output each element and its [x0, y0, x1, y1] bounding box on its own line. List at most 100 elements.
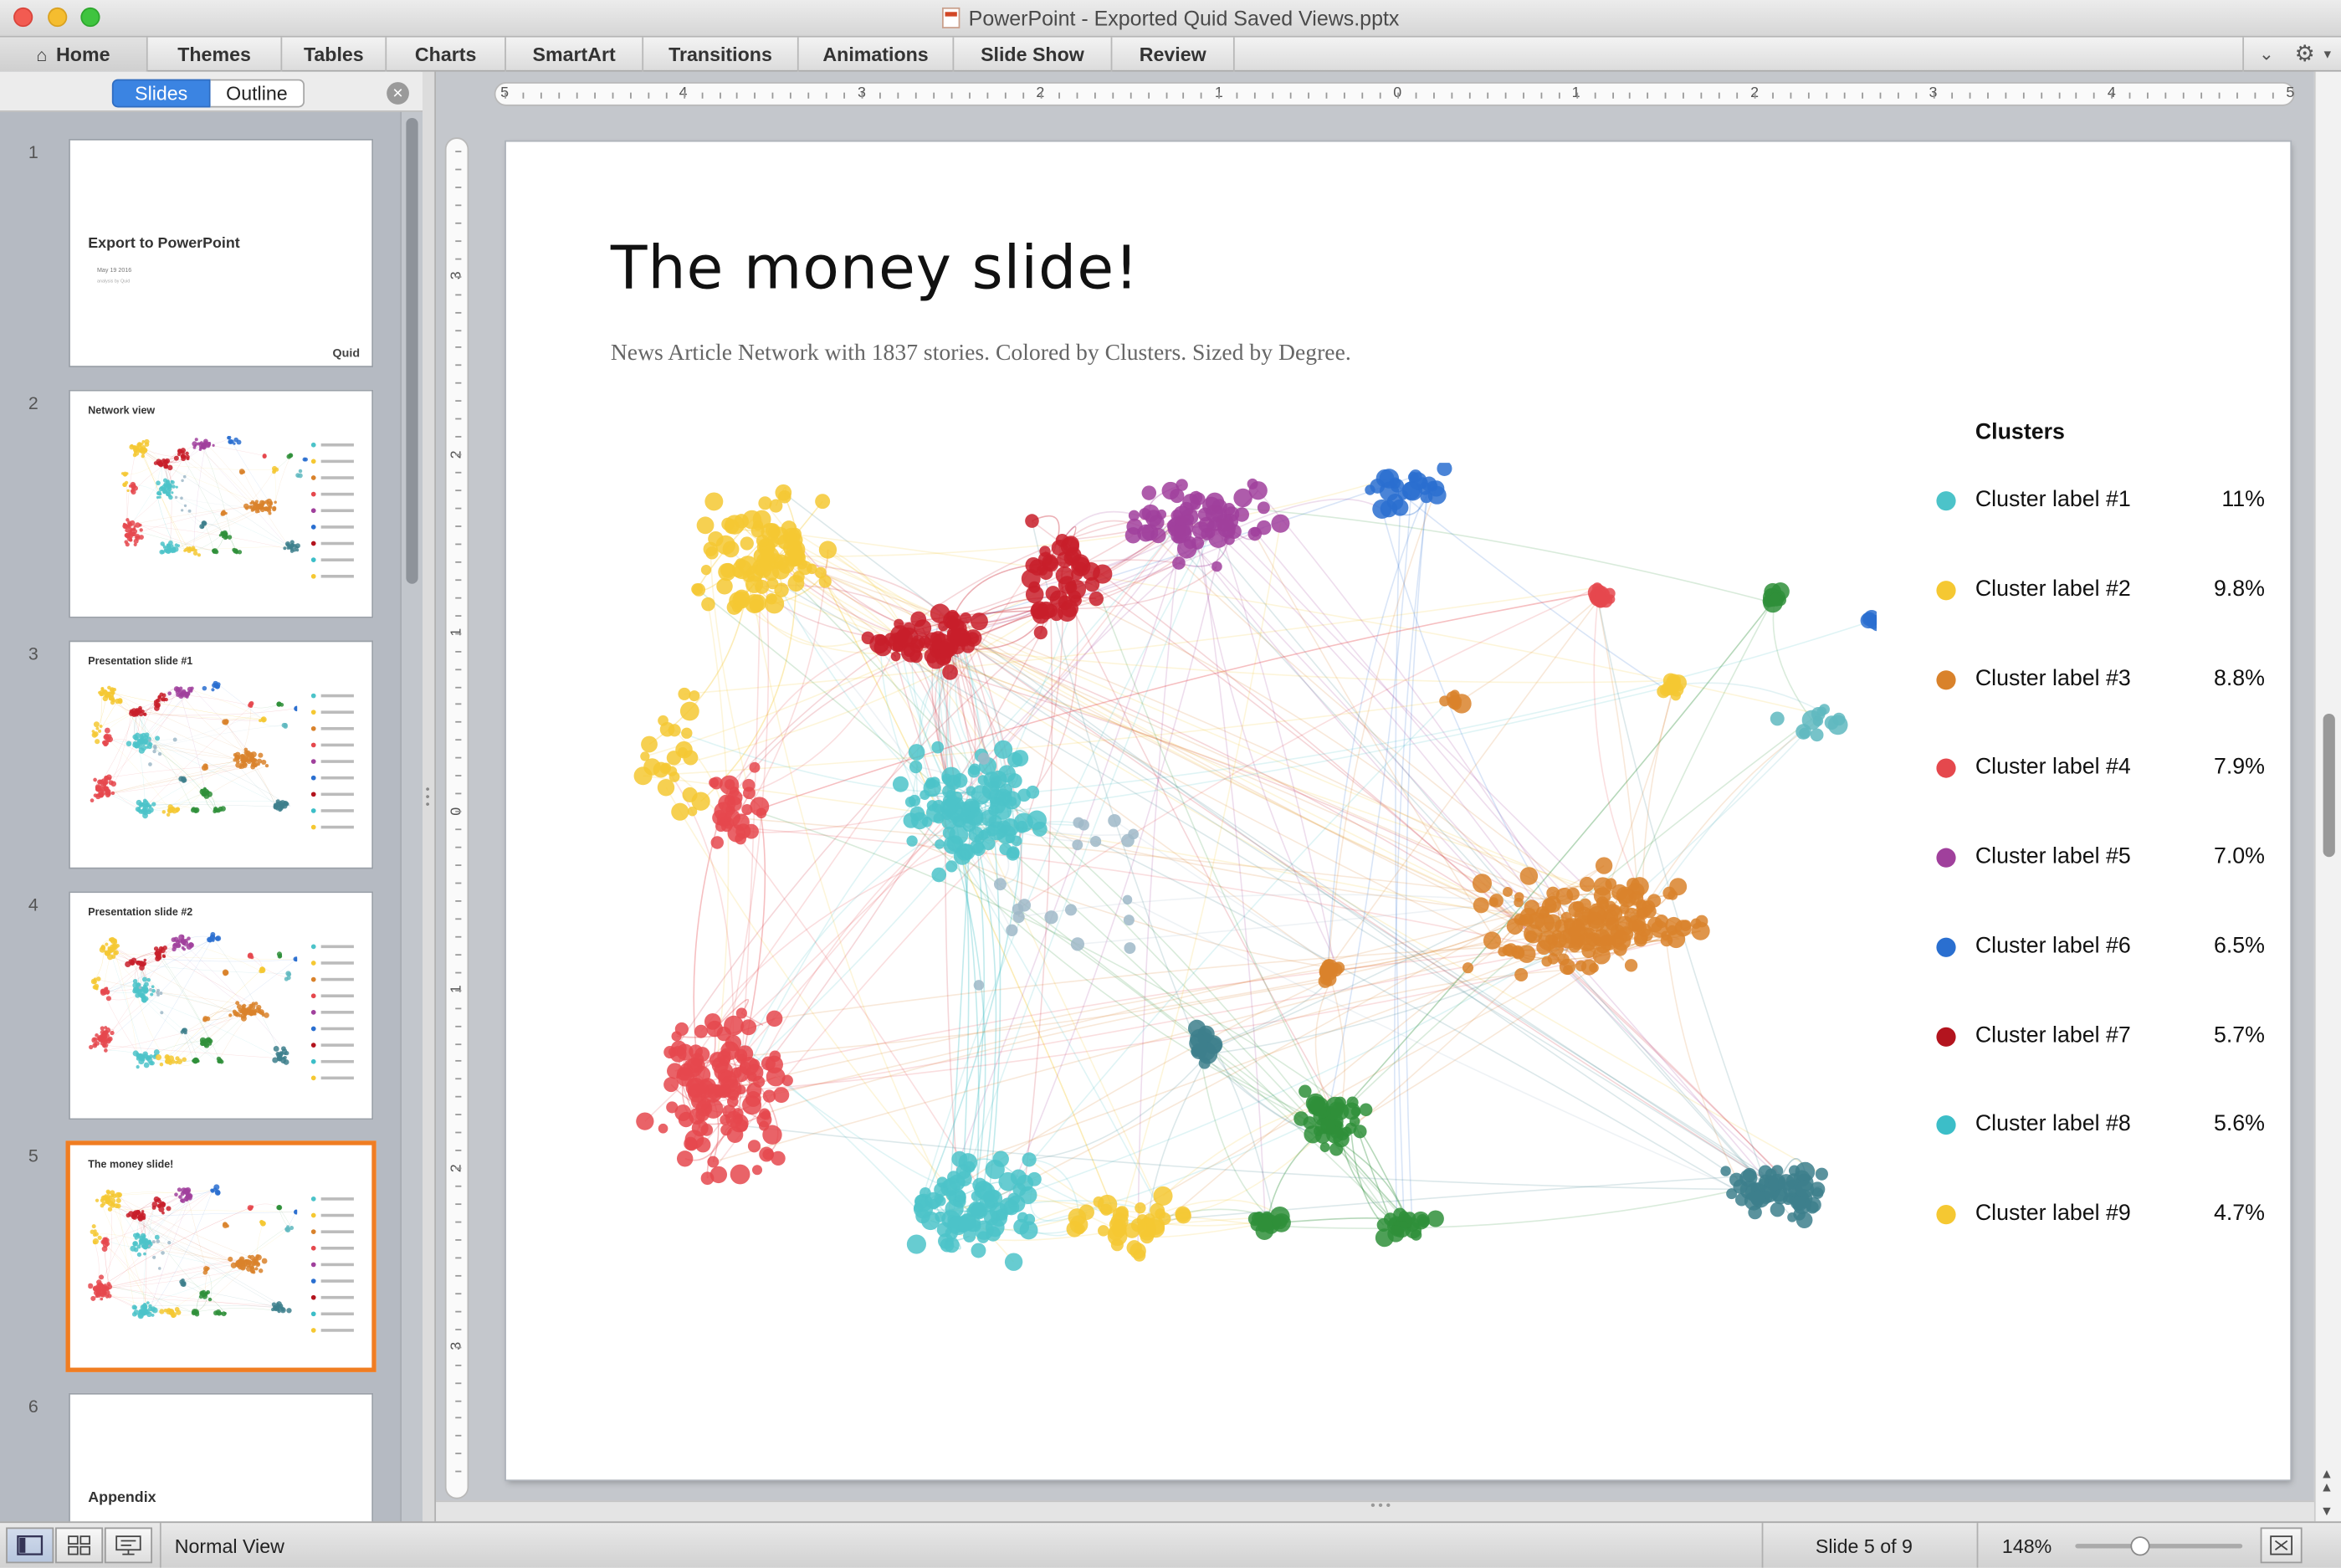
chevron-down-icon[interactable]: ⌄ [2259, 38, 2274, 72]
slide-thumbnail-5[interactable]: The money slide! [65, 1140, 377, 1372]
sidebar-header: Slides Outline × [0, 71, 423, 112]
legend-item: Cluster label #4 7.9% [1936, 751, 2279, 784]
tab-animations[interactable]: Animations [799, 37, 955, 72]
sidebar-scroll-knob[interactable] [406, 117, 418, 584]
tab-themes[interactable]: Themes [148, 37, 283, 72]
legend-percent: 8.8% [2213, 664, 2265, 691]
slides-tab[interactable]: Slides [111, 79, 211, 108]
tab-charts[interactable]: Charts [387, 37, 506, 72]
legend-item: Cluster label #6 6.5% [1936, 930, 2279, 962]
slide-thumbnail-2[interactable]: Network view [69, 389, 374, 618]
legend-item: Cluster label #5 7.0% [1936, 841, 2279, 874]
close-icon[interactable]: × [387, 82, 409, 105]
legend-percent: 11% [2221, 486, 2265, 513]
legend-item: Cluster label #3 8.8% [1936, 662, 2279, 694]
slide-subtitle[interactable]: News Article Network with 1837 stories. … [611, 341, 1351, 367]
legend-color-swatch [1936, 1115, 1956, 1135]
gear-menu-arrow-icon[interactable]: ▼ [2322, 38, 2333, 72]
outline-tab[interactable]: Outline [210, 79, 305, 108]
document-icon [941, 7, 960, 28]
pane-splitter[interactable]: • • • [422, 71, 437, 1522]
legend-label: Cluster label #6 [1975, 932, 2131, 959]
tab-transitions[interactable]: Transitions [643, 37, 799, 72]
legend-percent: 6.5% [2213, 932, 2265, 959]
legend-color-swatch [1936, 1205, 1956, 1225]
vertical-scroll-knob[interactable] [2323, 713, 2335, 858]
mini-network-b [88, 1184, 354, 1333]
presenter-icon[interactable] [104, 1527, 153, 1564]
legend-percent: 7.0% [2213, 843, 2265, 869]
home-icon: ⌂ [36, 44, 48, 66]
legend-label: Cluster label #5 [1975, 843, 2131, 869]
legend-color-swatch [1936, 669, 1956, 689]
legend-item: Cluster label #8 5.6% [1936, 1109, 2279, 1141]
slide-sorter-icon[interactable] [55, 1527, 104, 1564]
legend-label: Cluster label #7 [1975, 1022, 2131, 1048]
mini-network-b [90, 680, 354, 830]
slide-number: 2 [28, 392, 38, 414]
slide-thumbnail-3[interactable]: Presentation slide #1 [69, 640, 374, 869]
thumbnail-note: analysis by Quid [96, 277, 131, 284]
ribbon-tabs: ⌂ Home Themes Tables Charts SmartArt Tran… [0, 37, 2341, 72]
legend-item: Cluster label #1 11% [1936, 484, 2279, 516]
zoom-level[interactable]: 148% [2002, 1535, 2052, 1557]
thumbnail-title: Appendix [88, 1489, 156, 1507]
tab-tables[interactable]: Tables [282, 37, 387, 72]
legend-color-swatch [1936, 937, 1956, 957]
window-title-text: PowerPoint - Exported Quid Saved Views.p… [968, 6, 1400, 30]
legend-label: Cluster label #8 [1975, 1111, 2131, 1137]
zoom-slider-knob[interactable] [2129, 1536, 2149, 1556]
tab-smartart[interactable]: SmartArt [506, 37, 644, 72]
ribbon-controls: ⌄ ⚙ ▼ [2242, 37, 2341, 72]
legend-color-swatch [1936, 580, 1956, 600]
slide-number: 6 [28, 1396, 38, 1417]
slide-number: 3 [28, 643, 38, 665]
ruler-number: 5 [2286, 85, 2295, 102]
legend-color-swatch [1936, 848, 1956, 868]
prev-slide-icon[interactable]: ▲ ▲ [2320, 1467, 2333, 1494]
legend-label: Cluster label #3 [1975, 664, 2131, 691]
tab-review[interactable]: Review [1112, 37, 1235, 72]
horizontal-scrollbar[interactable]: ••• [436, 1498, 2314, 1522]
slide-canvas[interactable]: The money slide! News Article Network wi… [505, 141, 2291, 1480]
sidebar-scrollbar[interactable] [400, 111, 423, 1522]
gear-icon[interactable]: ⚙ [2295, 38, 2315, 72]
slide-thumbnail-4[interactable]: Presentation slide #2 [69, 891, 374, 1120]
legend-title: Clusters [1975, 419, 2065, 445]
horizontal-ruler[interactable]: 54321012345 [494, 82, 2295, 106]
next-slide-icon[interactable]: ▼ [2320, 1504, 2333, 1519]
thumbnail-subtitle: May 19 2016 [96, 265, 132, 274]
mini-network-b [89, 931, 354, 1081]
network-graph-image[interactable] [632, 463, 1877, 1293]
slides-sidebar: Slides Outline × 1 Export to PowerPoint … [0, 71, 423, 1522]
vertical-ruler[interactable]: 3210123 [444, 137, 469, 1499]
legend-color-swatch [1936, 758, 1956, 779]
legend-label: Cluster label #4 [1975, 754, 2131, 780]
legend-label: Cluster label #9 [1975, 1200, 2131, 1227]
fit-window-icon[interactable] [2260, 1527, 2303, 1564]
notes-splitter-icon[interactable]: ••• [1370, 1498, 1394, 1513]
slide-counter: Slide 5 of 9 [1815, 1535, 1913, 1558]
legend-label: Cluster label #2 [1975, 576, 2131, 602]
legend-percent: 4.7% [2213, 1200, 2265, 1227]
legend-color-swatch [1936, 1026, 1956, 1047]
splitter-grip-icon: • • • [425, 782, 430, 811]
slide-number: 4 [28, 894, 38, 915]
slide-thumbnail-6[interactable]: Appendix [69, 1392, 374, 1522]
slide-number: 5 [28, 1145, 38, 1166]
legend-percent: 9.8% [2213, 576, 2265, 602]
slide-number: 1 [28, 141, 38, 163]
legend-label: Cluster label #1 [1975, 486, 2131, 513]
tab-slide-show[interactable]: Slide Show [954, 37, 1113, 72]
mini-network-a [120, 436, 354, 579]
legend-item: Cluster label #9 4.7% [1936, 1197, 2279, 1230]
slide-title[interactable]: The money slide! [611, 234, 1140, 303]
title-bar: PowerPoint - Exported Quid Saved Views.p… [0, 0, 2341, 38]
normal-view-icon[interactable] [6, 1527, 54, 1564]
tab-home-label: Home [56, 43, 110, 66]
tab-home[interactable]: ⌂ Home [0, 37, 148, 72]
zoom-slider[interactable] [2075, 1536, 2243, 1556]
slide-thumbnail-1[interactable]: Export to PowerPoint May 19 2016 analysi… [69, 138, 374, 367]
vertical-scrollbar[interactable]: ▲ ▲ ▼ [2313, 71, 2341, 1522]
legend-item: Cluster label #7 5.7% [1936, 1019, 2279, 1052]
